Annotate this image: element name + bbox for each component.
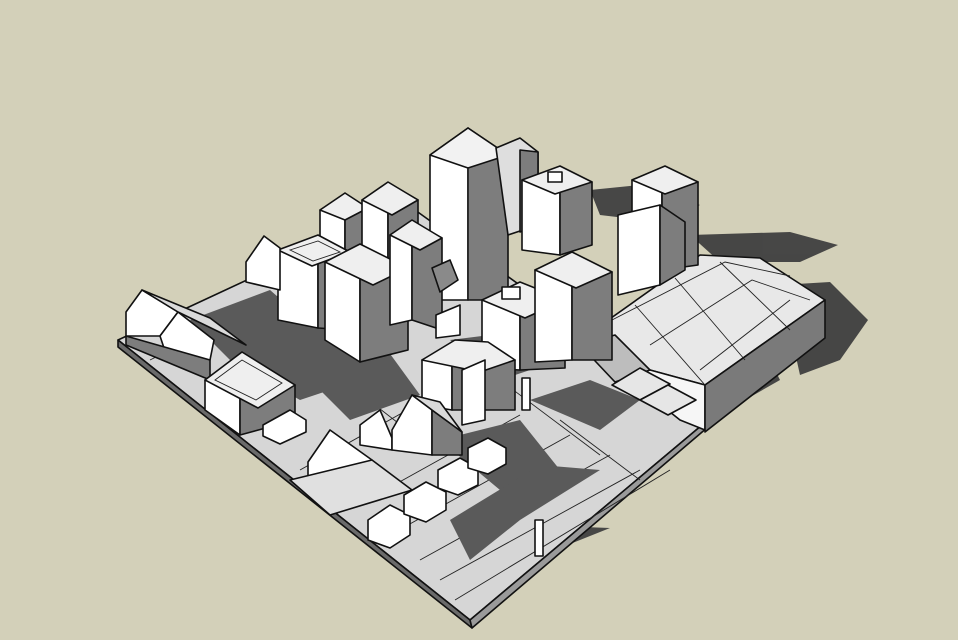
rooftop-box-tower[interactable]	[521, 165, 593, 256]
modeling-viewport[interactable]	[0, 0, 958, 640]
right-mid-tower[interactable]	[534, 251, 613, 363]
city-block-3d-model[interactable]	[0, 0, 958, 640]
